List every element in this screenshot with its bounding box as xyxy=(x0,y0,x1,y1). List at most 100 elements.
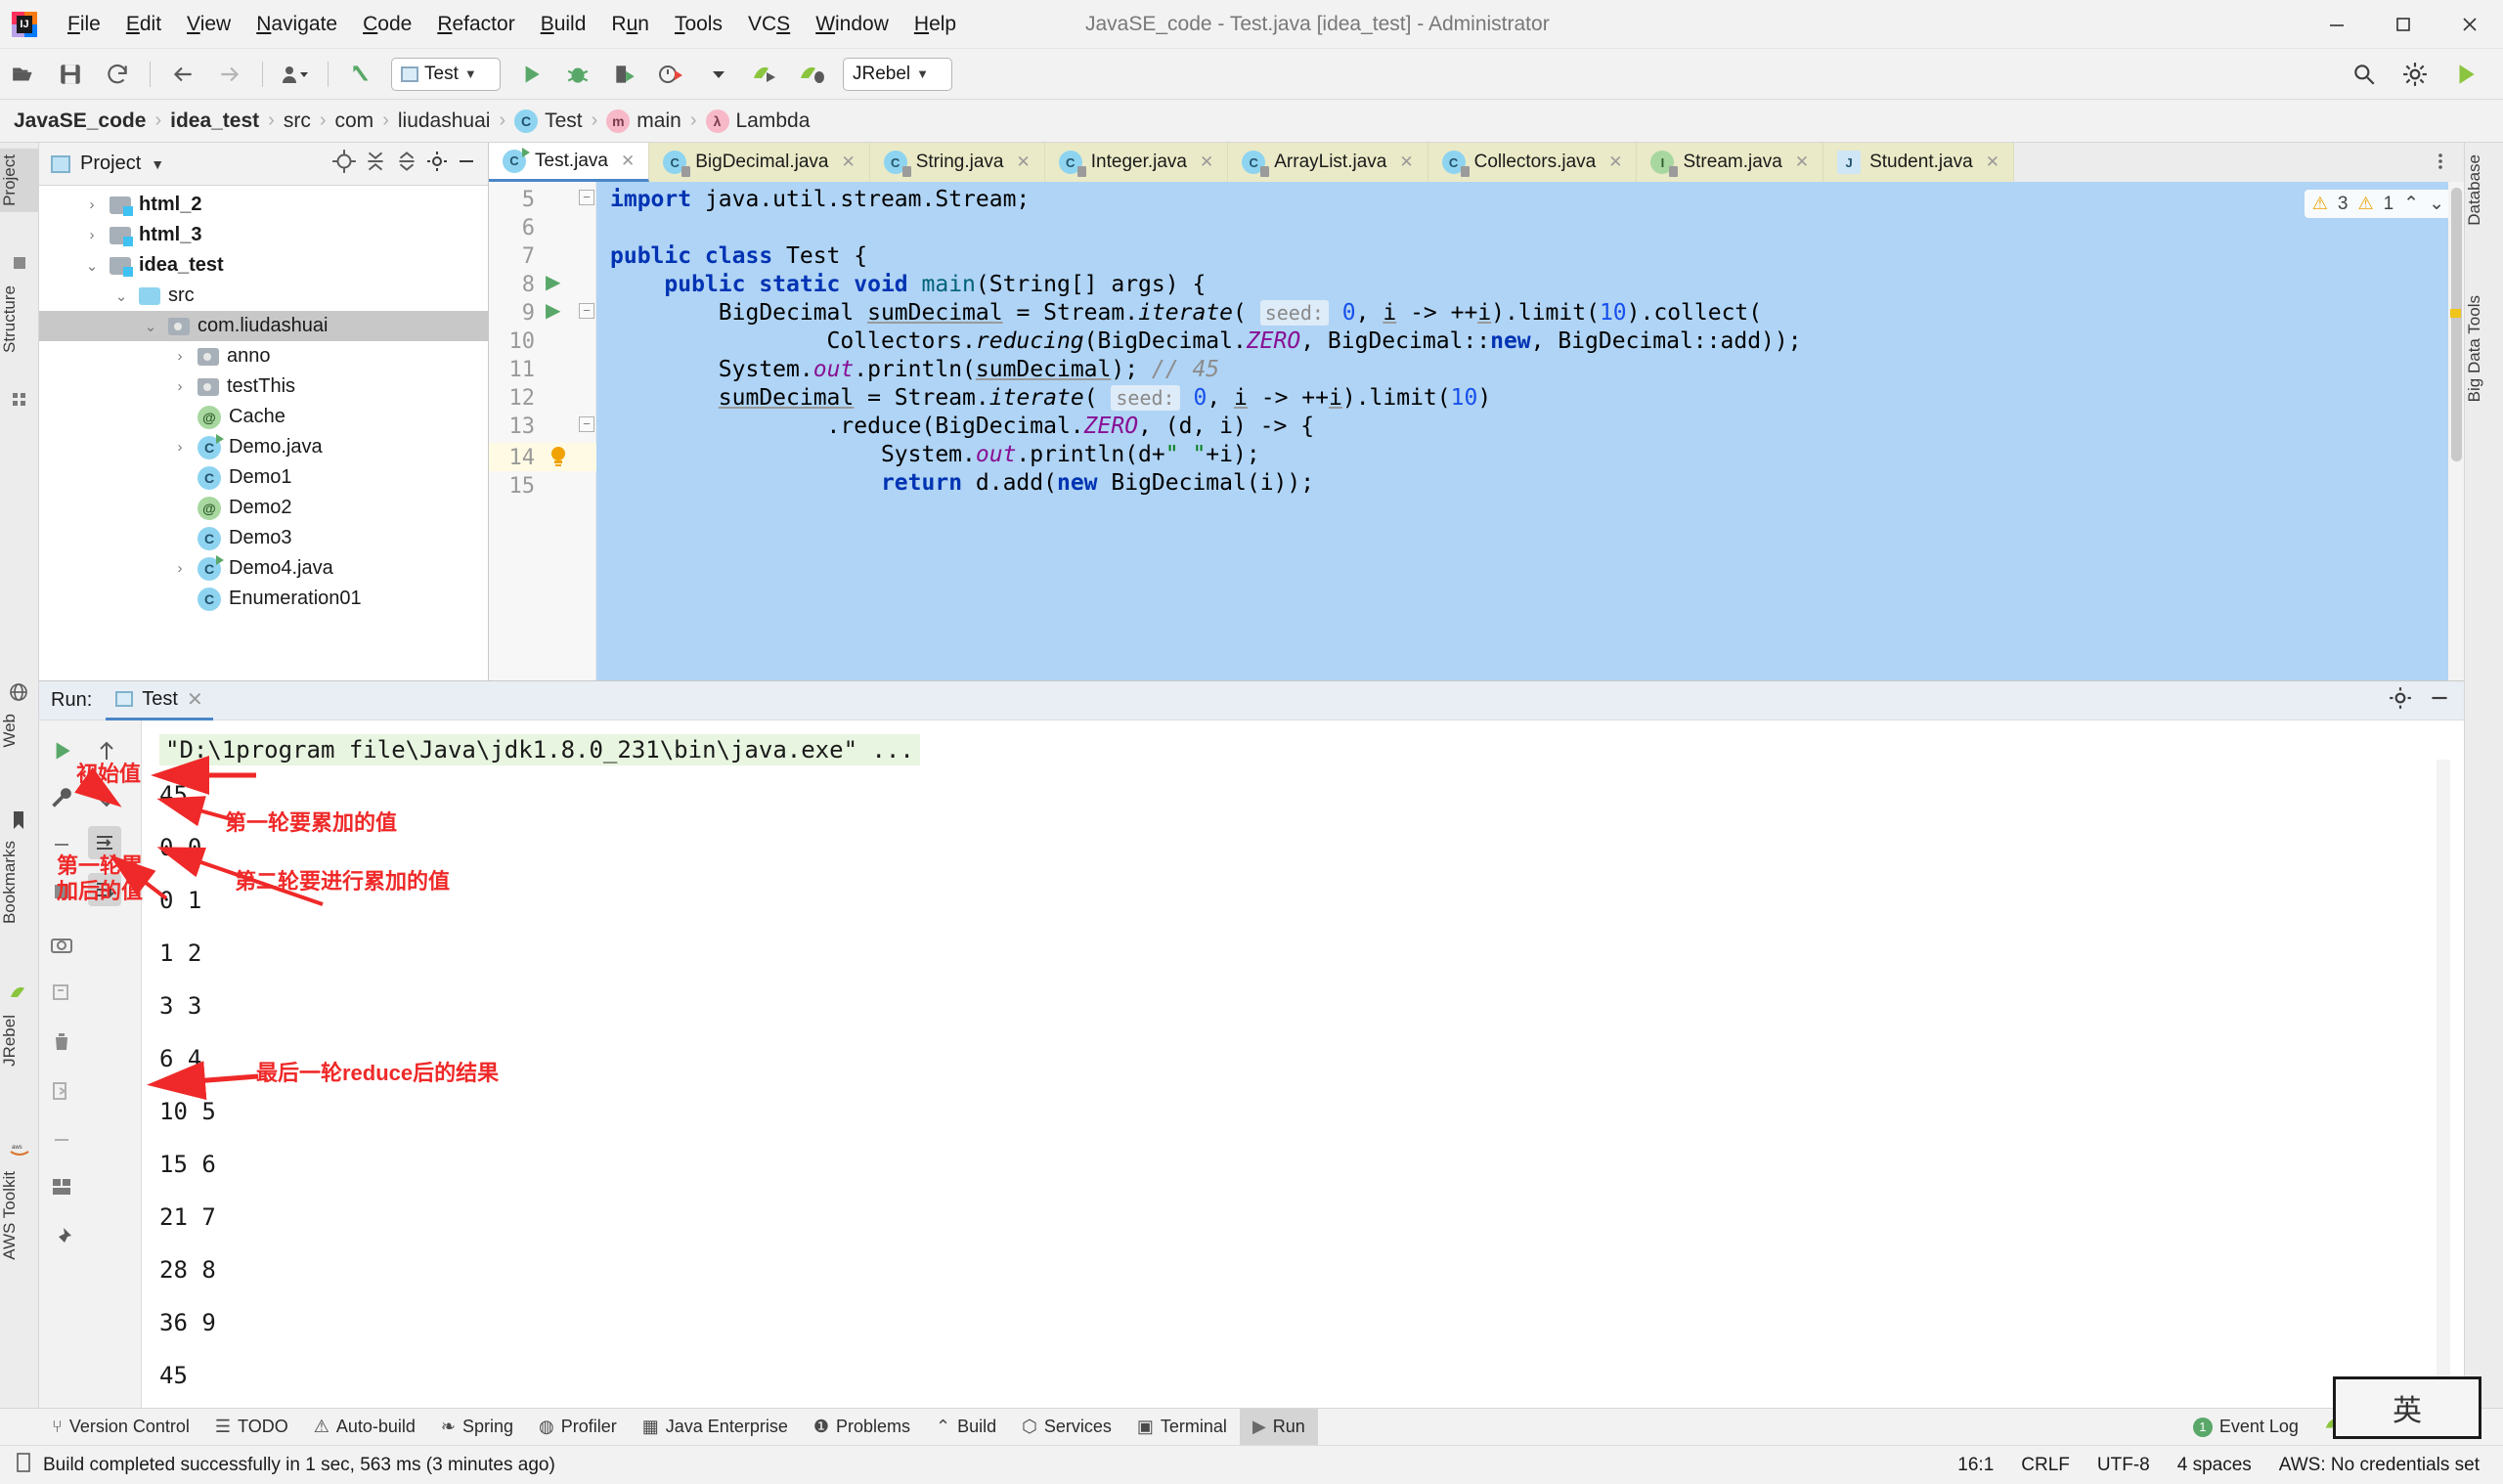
chevron-right-icon[interactable]: › xyxy=(82,227,102,243)
hide-panel-icon[interactable] xyxy=(455,150,478,178)
close-icon[interactable]: ✕ xyxy=(1608,153,1622,172)
editor-tab-stream-java[interactable]: I Stream.java ✕ xyxy=(1637,143,1824,182)
tree-node-demo2[interactable]: @ Demo2 xyxy=(39,493,488,523)
open-folder-icon[interactable] xyxy=(5,56,42,93)
fold-icon[interactable]: − xyxy=(579,303,594,319)
gear-icon[interactable] xyxy=(425,150,449,178)
sidebar-item-project[interactable]: Project xyxy=(0,149,39,212)
maximize-button[interactable] xyxy=(2370,0,2437,49)
tree-node-html-3[interactable]: › html_3 xyxy=(39,220,488,250)
menu-run[interactable]: Run xyxy=(598,9,662,40)
next-problem-icon[interactable]: ⌄ xyxy=(2429,193,2444,215)
update-project-icon[interactable] xyxy=(342,56,379,93)
chevron-right-icon[interactable]: › xyxy=(82,196,102,213)
close-icon[interactable]: ✕ xyxy=(621,152,635,171)
editor-tab-integer-java[interactable]: C Integer.java ✕ xyxy=(1044,143,1229,182)
tree-node-demo4-java[interactable]: › C Demo4.java xyxy=(39,553,488,584)
tree-node-enumeration01[interactable]: C Enumeration01 xyxy=(39,584,488,614)
menu-refactor[interactable]: Refactor xyxy=(424,9,527,40)
tree-node-src[interactable]: ⌄ src xyxy=(39,281,488,311)
chevron-right-icon[interactable]: › xyxy=(170,439,190,456)
settings-icon[interactable] xyxy=(2396,56,2434,93)
tree-node-demo1[interactable]: C Demo1 xyxy=(39,462,488,493)
tool-window-button-problems[interactable]: ❶ Problems xyxy=(801,1409,923,1446)
chevron-right-icon[interactable]: › xyxy=(170,560,190,577)
indent-setting[interactable]: 4 spaces xyxy=(2177,1455,2252,1476)
breadcrumb-item-lambda[interactable]: λ Lambda xyxy=(705,109,810,133)
status-widget-event-log[interactable]: 1 Event Log xyxy=(2180,1409,2311,1446)
tree-node-testthis[interactable]: › testThis xyxy=(39,371,488,402)
tree-node-anno[interactable]: › anno xyxy=(39,341,488,371)
close-icon[interactable]: ✕ xyxy=(1795,153,1809,172)
editor-tabs-more-icon[interactable] xyxy=(2422,143,2459,180)
scrollbar-thumb[interactable] xyxy=(2451,188,2462,461)
sidebar-item-big-data-tools[interactable]: Big Data Tools xyxy=(2465,289,2503,408)
prev-problem-icon[interactable]: ⌃ xyxy=(2403,193,2419,215)
close-icon[interactable]: ✕ xyxy=(1200,153,1213,172)
tool-window-button-profiler[interactable]: ◍ Profiler xyxy=(526,1409,630,1446)
menu-edit[interactable]: Edit xyxy=(113,9,174,40)
breadcrumb-item-package[interactable]: liudashuai xyxy=(398,109,491,133)
editor-gutter[interactable]: 5 6 7 8 9 10 11 12 13 14 15 ▶ ▶ − − − xyxy=(489,182,596,680)
chevron-down-icon[interactable]: ▼ xyxy=(151,156,164,172)
save-all-icon[interactable] xyxy=(52,56,89,93)
editor-tab-string-java[interactable]: C String.java ✕ xyxy=(869,143,1045,182)
jrebel-run-icon[interactable] xyxy=(747,56,784,93)
menu-code[interactable]: Code xyxy=(350,9,424,40)
tool-window-button-run[interactable]: ▶ Run xyxy=(1239,1408,1318,1446)
code-text-area[interactable]: import java.util.stream.Stream; public c… xyxy=(596,182,2464,680)
jrebel-status-icon[interactable] xyxy=(2447,56,2484,93)
editor-tab-test-java[interactable]: C Test.java ✕ xyxy=(489,143,650,182)
breadcrumb-item-project[interactable]: JavaSE_code xyxy=(14,109,146,133)
locate-file-icon[interactable] xyxy=(331,149,357,179)
close-icon[interactable]: ✕ xyxy=(1017,153,1031,172)
breadcrumb-item-method[interactable]: m main xyxy=(606,109,681,133)
menu-file[interactable]: File xyxy=(55,9,113,40)
tool-window-button-services[interactable]: ⬡ Services xyxy=(1009,1409,1124,1446)
sidebar-item-jrebel[interactable]: JRebel xyxy=(0,1009,39,1072)
forward-icon[interactable] xyxy=(211,56,248,93)
menu-navigate[interactable]: Navigate xyxy=(243,9,350,40)
sidebar-item-aws-toolkit[interactable]: AWS Toolkit xyxy=(0,1165,39,1266)
sidebar-item-bookmarks[interactable]: Bookmarks xyxy=(0,835,39,930)
back-icon[interactable] xyxy=(164,56,201,93)
sync-icon[interactable] xyxy=(99,56,136,93)
close-button[interactable] xyxy=(2437,0,2503,49)
project-tree[interactable]: › html_2 › html_3 ⌄ idea_test ⌄ src ⌄ com.liudash… xyxy=(39,186,488,614)
chevron-right-icon[interactable]: › xyxy=(170,348,190,365)
search-everywhere-icon[interactable] xyxy=(2346,56,2383,93)
tool-window-bar[interactable]: ⑂ Version Control ☰ TODO ⚠ Auto-build ❧ Spring ◍… xyxy=(0,1408,2503,1446)
chevron-down-icon[interactable] xyxy=(700,56,737,93)
tool-window-button-spring[interactable]: ❧ Spring xyxy=(428,1409,526,1446)
breadcrumb-item-class[interactable]: C Test xyxy=(514,109,583,133)
minimize-button[interactable] xyxy=(2304,0,2370,49)
tree-node-html-2[interactable]: › html_2 xyxy=(39,190,488,220)
collapse-all-icon[interactable] xyxy=(394,149,419,179)
debug-button[interactable] xyxy=(559,56,596,93)
chevron-down-icon[interactable]: ⌄ xyxy=(111,287,131,305)
run-configuration-selector[interactable]: Test ▼ xyxy=(391,57,501,91)
profile-run-button[interactable] xyxy=(653,56,690,93)
breadcrumb-item-module[interactable]: idea_test xyxy=(170,109,259,133)
editor-tab-bar[interactable]: C Test.java ✕ C BigDecimal.java ✕ C String.java… xyxy=(489,143,2464,182)
sidebar-item-database[interactable]: Database xyxy=(2465,149,2503,232)
run-button[interactable] xyxy=(512,56,549,93)
menu-vcs[interactable]: VCS xyxy=(735,9,803,40)
menu-help[interactable]: Help xyxy=(901,9,969,40)
tree-node-demo-java[interactable]: › C Demo.java xyxy=(39,432,488,462)
run-with-coverage-button[interactable] xyxy=(606,56,643,93)
run-class-gutter-icon[interactable]: ▶ xyxy=(546,270,560,294)
jrebel-debug-icon[interactable] xyxy=(794,56,831,93)
sidebar-item-structure[interactable]: Structure xyxy=(0,280,39,359)
close-icon[interactable]: ✕ xyxy=(841,153,855,172)
menu-view[interactable]: View xyxy=(174,9,243,40)
close-icon[interactable]: ✕ xyxy=(1399,153,1413,172)
menu-window[interactable]: Window xyxy=(803,9,901,40)
tool-window-button-terminal[interactable]: ▣ Terminal xyxy=(1124,1409,1240,1446)
fold-icon[interactable]: − xyxy=(579,190,594,205)
tool-window-button-version-control[interactable]: ⑂ Version Control xyxy=(39,1409,202,1446)
aws-credentials[interactable]: AWS: No credentials set xyxy=(2279,1455,2480,1476)
tool-window-button-java-enterprise[interactable]: ▦ Java Enterprise xyxy=(630,1409,801,1446)
tree-node-cache[interactable]: @ Cache xyxy=(39,402,488,432)
fold-icon[interactable]: − xyxy=(579,416,594,432)
